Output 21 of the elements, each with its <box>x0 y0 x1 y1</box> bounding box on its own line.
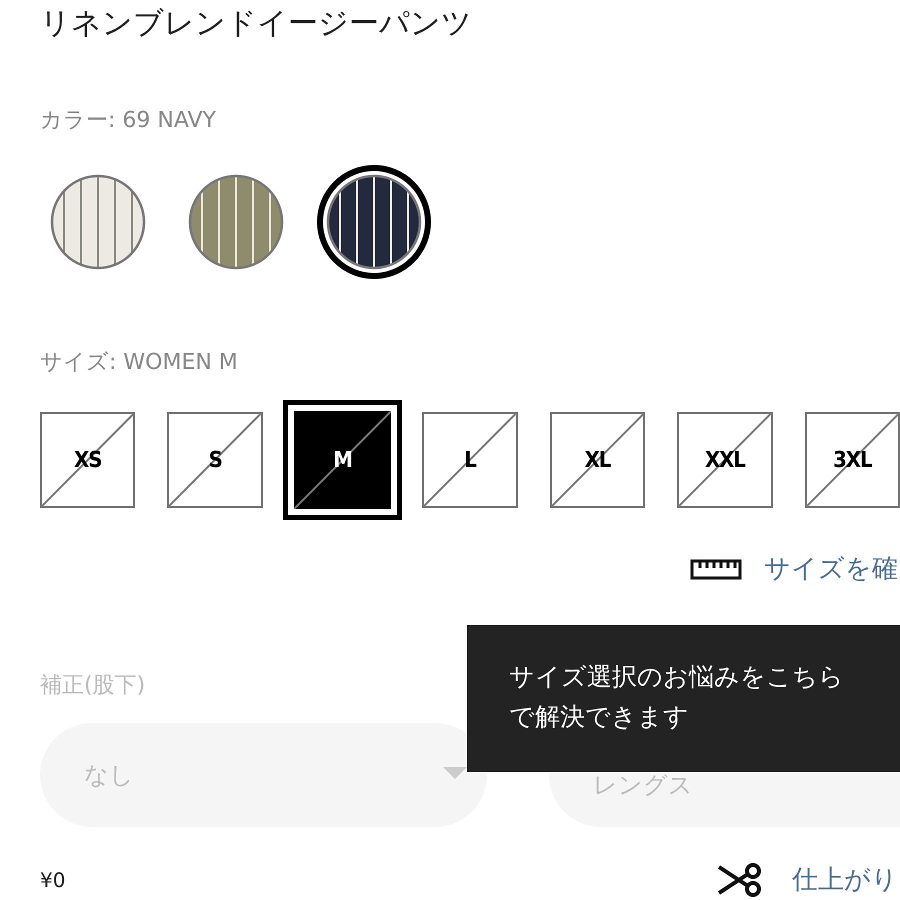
tooltip: サイズ選択のお悩みをこちらで解決できます <box>467 625 900 772</box>
caret-icon <box>443 767 467 781</box>
color-swatch[interactable] <box>50 174 146 270</box>
size-option[interactable]: XXL <box>677 412 773 508</box>
size-option[interactable]: L <box>422 412 518 508</box>
ruler-icon <box>690 557 742 581</box>
size-option[interactable]: S <box>167 412 263 508</box>
size-option[interactable]: XS <box>40 412 136 508</box>
color-swatch[interactable] <box>188 174 284 270</box>
size-guide-link[interactable]: サイズを確 <box>764 552 898 586</box>
price-text: ¥0 <box>40 867 66 894</box>
color-swatch[interactable] <box>316 164 432 280</box>
finish-link[interactable]: 仕上がり <box>792 863 898 897</box>
color-label: カラー: 69 NAVY <box>40 107 216 135</box>
product-title: リネンブレンドイージーパンツ <box>40 5 472 43</box>
scissors-icon <box>716 863 762 897</box>
size-label: サイズ: WOMEN M <box>40 349 238 377</box>
size-option[interactable]: XL <box>550 412 646 508</box>
size-option[interactable]: 3XL <box>804 412 900 508</box>
adjust-label: 補正(股下) <box>40 672 146 700</box>
size-option[interactable]: M <box>282 400 402 520</box>
